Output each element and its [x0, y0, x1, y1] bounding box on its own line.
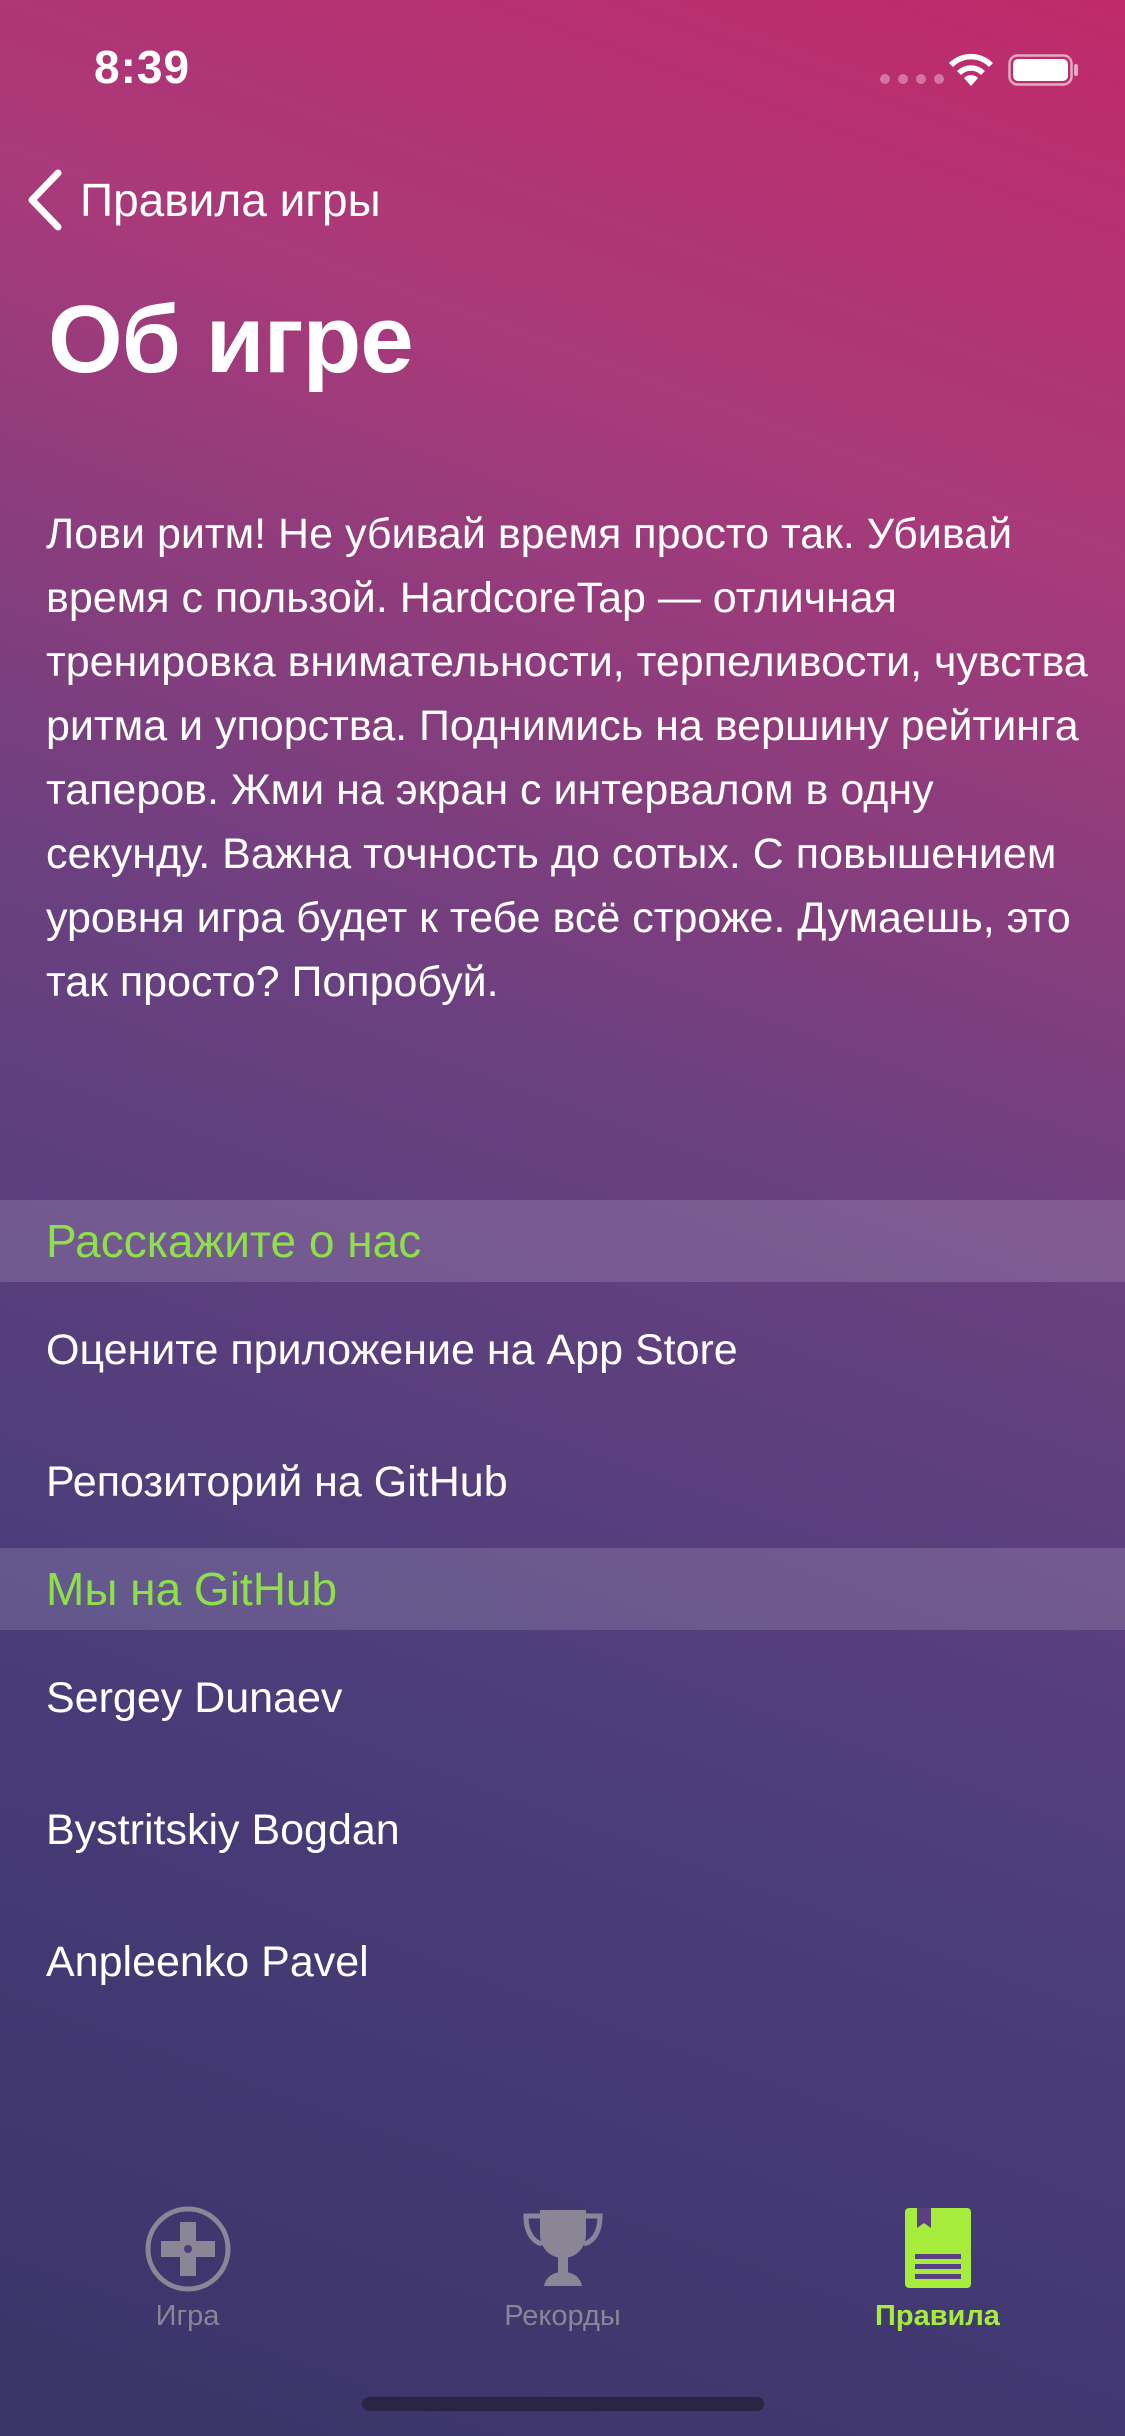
tab-bar: Игра Рекорды Правила — [0, 2190, 1125, 2350]
tab-label: Рекорды — [504, 2300, 621, 2332]
back-button[interactable]: Правила игры — [26, 168, 381, 232]
section-header-rate-us: Расскажите о нас — [0, 1200, 1125, 1282]
rate-app-store-item[interactable]: Оцените приложение на App Store — [0, 1284, 1125, 1416]
list-item-label: Оцените приложение на App Store — [46, 1325, 738, 1374]
home-indicator[interactable] — [362, 2397, 764, 2411]
about-description: Лови ритм! Не убивай время просто так. У… — [46, 510, 1088, 1006]
section-header-label: Расскажите о нас — [46, 1215, 422, 1267]
wifi-icon — [949, 53, 993, 86]
chevron-left-icon — [28, 169, 62, 231]
status-time: 8:39 — [94, 41, 191, 93]
list-item-label: Sergey Dunaev — [46, 1673, 343, 1722]
back-button-label: Правила игры — [80, 174, 381, 226]
section-header-label: Мы на GitHub — [46, 1563, 338, 1615]
cellular-signal-icon — [880, 74, 944, 84]
tab-records[interactable]: Рекорды — [375, 2190, 750, 2350]
trophy-icon — [522, 2210, 603, 2286]
section-header-github: Мы на GitHub — [0, 1548, 1125, 1630]
status-bar: 8:39 — [0, 0, 1125, 132]
github-repository-item[interactable]: Репозиторий на GitHub — [0, 1416, 1125, 1548]
tab-game[interactable]: Игра — [0, 2190, 375, 2350]
gamepad-icon — [145, 2206, 230, 2292]
page-title: Об игре — [48, 286, 414, 393]
github-user-item[interactable]: Anpleenko Pavel — [0, 1896, 1125, 2028]
book-icon — [904, 2208, 971, 2288]
github-user-item[interactable]: Sergey Dunaev — [0, 1632, 1125, 1764]
tab-label: Правила — [875, 2300, 1000, 2332]
list-item-label: Bystritskiy Bogdan — [46, 1805, 400, 1854]
tab-label: Игра — [155, 2300, 220, 2332]
tab-rules[interactable]: Правила — [750, 2190, 1125, 2350]
list-item-label: Репозиторий на GitHub — [46, 1457, 508, 1506]
battery-icon — [1008, 54, 1078, 86]
list-item-label: Anpleenko Pavel — [46, 1937, 369, 1986]
github-user-item[interactable]: Bystritskiy Bogdan — [0, 1764, 1125, 1896]
